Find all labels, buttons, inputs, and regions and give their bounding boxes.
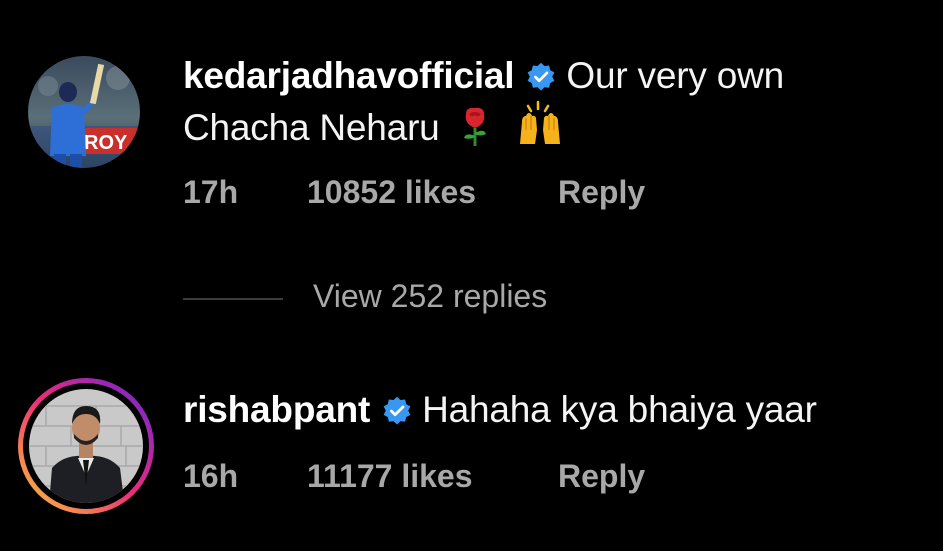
replies-divider	[183, 298, 283, 300]
avatar[interactable]: ROY	[28, 56, 140, 168]
reply-button[interactable]: Reply	[558, 458, 645, 495]
verified-badge-icon	[528, 62, 555, 91]
comment-text: Hahaha kya bhaiya yaar	[422, 389, 817, 430]
raised-hands-emoji-icon	[519, 100, 560, 144]
username[interactable]: rishabpant	[183, 389, 370, 430]
svg-text:ROY: ROY	[84, 132, 128, 154]
rose-emoji-icon	[463, 107, 486, 146]
reply-button[interactable]: Reply	[558, 174, 645, 211]
comment-time: 17h	[183, 174, 239, 210]
likes-count[interactable]: 11177 likes	[307, 458, 473, 495]
comment-text-line-1: Our very own	[566, 55, 785, 96]
username[interactable]: kedarjadhavofficial	[183, 55, 515, 96]
verified-badge-icon	[383, 396, 411, 425]
likes-count[interactable]: 10852 likes	[307, 174, 476, 211]
view-replies-label[interactable]: View 252 replies	[313, 278, 547, 315]
comment-text-line-2: Chacha Neharu	[183, 107, 440, 148]
comment-time: 16h	[183, 458, 239, 494]
avatar[interactable]	[16, 376, 156, 516]
